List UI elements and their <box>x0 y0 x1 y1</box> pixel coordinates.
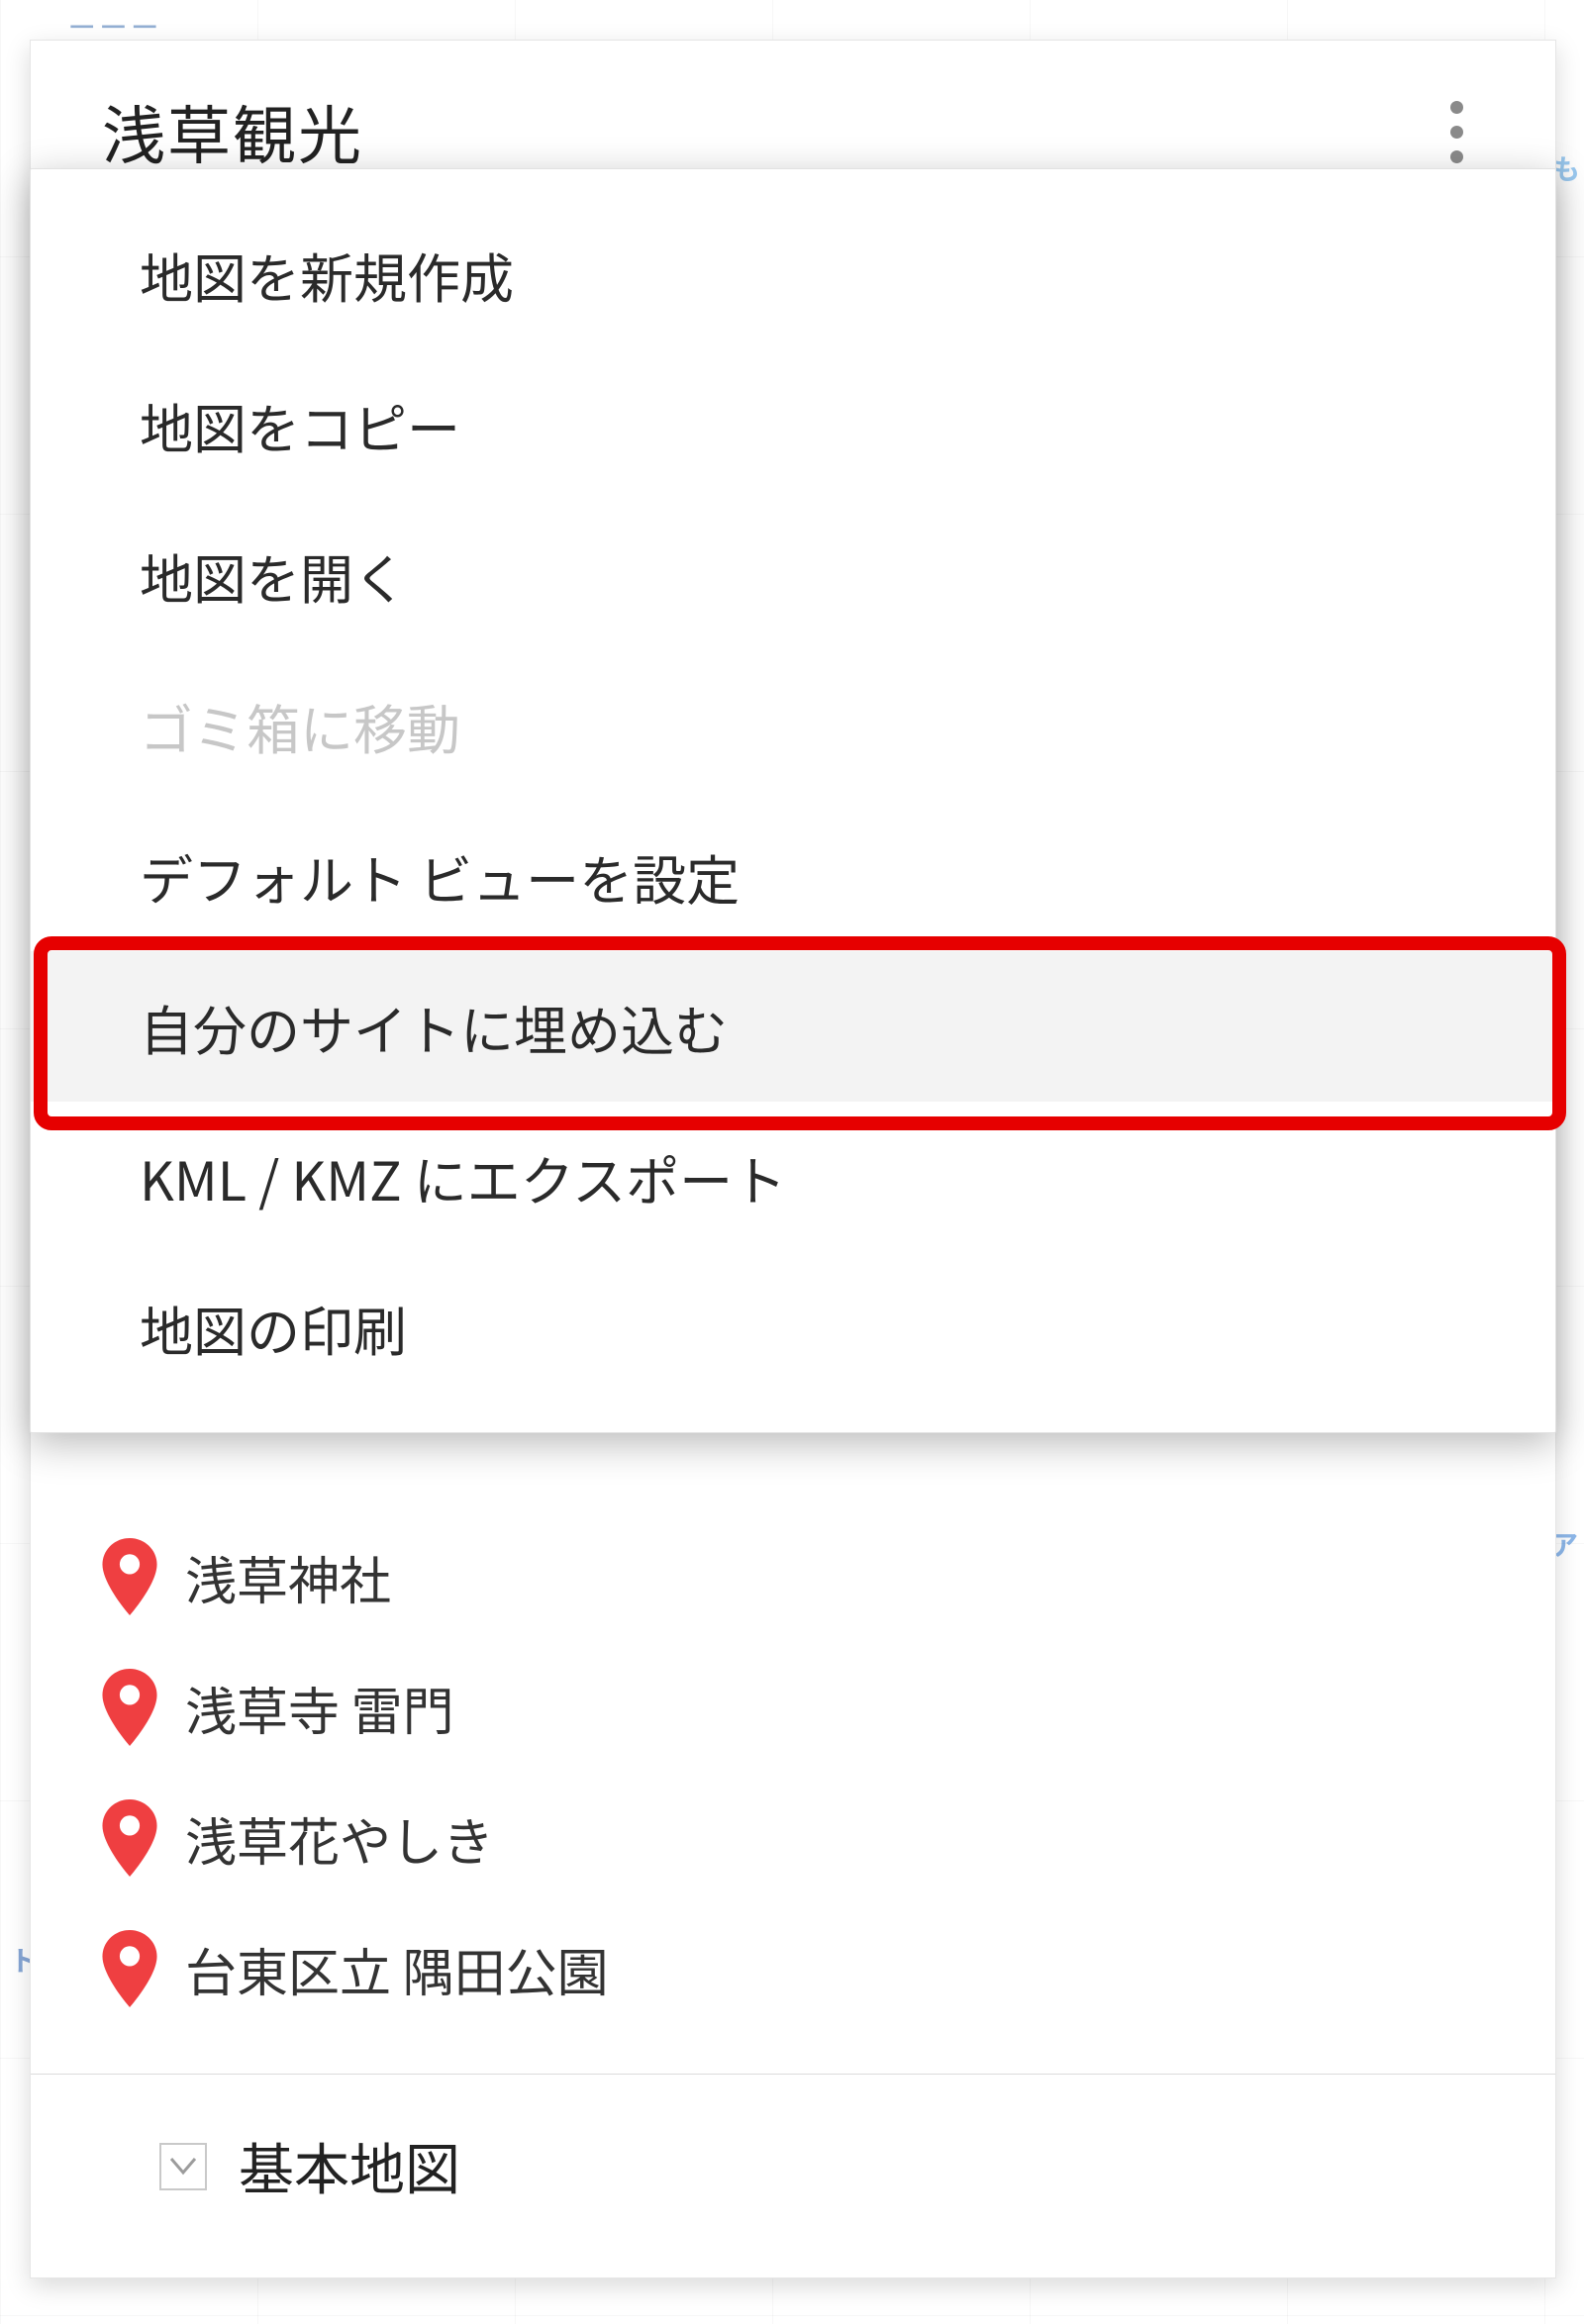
place-label: 浅草神社 <box>185 1540 391 1614</box>
menu-item-label: 自分のサイトに埋め込む <box>140 988 728 1066</box>
base-map-label: 基本地図 <box>239 2126 460 2206</box>
kebab-dot-icon <box>1450 101 1463 114</box>
place-item[interactable]: 浅草寺 雷門 <box>102 1642 1484 1773</box>
map-options-menu: 地図を新規作成 地図をコピー 地図を開く ゴミ箱に移動 デフォルト ビューを設定… <box>30 168 1556 1433</box>
menu-item-move-to-trash: ゴミ箱に移動 <box>31 650 1555 801</box>
place-item[interactable]: 台東区立 隅田公園 <box>102 1903 1484 2034</box>
base-map-toggle[interactable]: 基本地図 <box>31 2075 1555 2206</box>
kebab-dot-icon <box>1450 126 1463 139</box>
menu-item-export-kml-kmz[interactable]: KML / KMZ にエクスポート <box>31 1102 1555 1252</box>
menu-item-print-map[interactable]: 地図の印刷 <box>31 1252 1555 1403</box>
place-label: 浅草花やしき <box>185 1801 494 1876</box>
menu-item-label: 地図をコピー <box>140 386 460 464</box>
map-pin-icon <box>102 1930 157 2007</box>
menu-item-label: デフォルト ビューを設定 <box>140 837 740 916</box>
map-pin-icon <box>102 1538 157 1615</box>
place-item[interactable]: 浅草花やしき <box>102 1773 1484 1903</box>
menu-item-label: 地図の印刷 <box>140 1289 407 1367</box>
map-title[interactable]: 浅草観光 <box>102 86 363 177</box>
place-label: 浅草寺 雷門 <box>185 1671 454 1745</box>
place-label: 台東区立 隅田公園 <box>185 1932 609 2006</box>
menu-item-open-map[interactable]: 地図を開く <box>31 500 1555 650</box>
menu-item-copy-map[interactable]: 地図をコピー <box>31 349 1555 500</box>
menu-item-embed-on-site[interactable]: 自分のサイトに埋め込む <box>31 951 1555 1102</box>
menu-item-set-default-view[interactable]: デフォルト ビューを設定 <box>31 801 1555 951</box>
kebab-dot-icon <box>1450 150 1463 163</box>
more-options-button[interactable] <box>1429 92 1484 171</box>
map-pin-icon <box>102 1799 157 1877</box>
dropdown-toggle-icon <box>159 2143 207 2190</box>
place-item[interactable]: 浅草神社 <box>102 1511 1484 1642</box>
menu-item-label: KML / KMZ にエクスポート <box>140 1138 786 1216</box>
map-pin-icon <box>102 1669 157 1746</box>
places-list: 浅草神社 浅草寺 雷門 浅草花やしき 台東区立 隅田公園 <box>31 1511 1555 2034</box>
menu-item-label: ゴミ箱に移動 <box>140 687 460 765</box>
menu-item-label: 地図を新規作成 <box>140 236 514 314</box>
menu-item-new-map[interactable]: 地図を新規作成 <box>31 199 1555 349</box>
menu-item-label: 地図を開く <box>140 536 407 615</box>
